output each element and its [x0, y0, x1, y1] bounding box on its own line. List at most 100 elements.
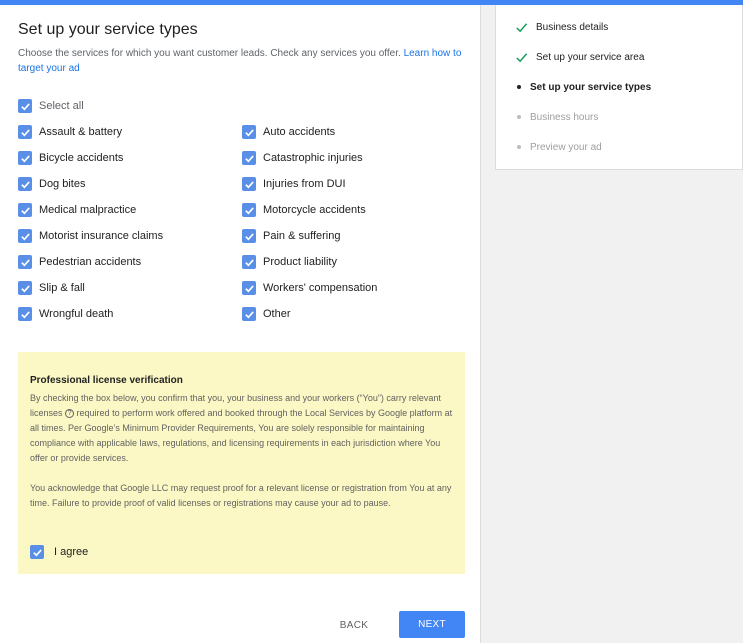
step-label: Business hours	[530, 111, 599, 123]
checkbox-box[interactable]	[242, 203, 256, 217]
license-verification-box: Professional license verification By che…	[18, 352, 465, 574]
checkbox-box[interactable]	[242, 281, 256, 295]
service-checkbox[interactable]: Other	[242, 306, 291, 322]
check-icon	[514, 50, 528, 64]
service-checkbox[interactable]: Product liability	[242, 254, 337, 270]
select-all-checkbox[interactable]: Select all	[18, 98, 84, 114]
service-checkbox[interactable]: Wrongful death	[18, 306, 113, 322]
check-icon	[244, 232, 254, 240]
page-title: Set up your service types	[18, 21, 198, 38]
step-dot-icon	[514, 140, 524, 154]
service-checkbox[interactable]: Motorcycle accidents	[242, 202, 366, 218]
check-icon	[20, 154, 30, 162]
checkbox-box[interactable]	[18, 229, 32, 243]
checkbox-box[interactable]	[18, 99, 32, 113]
checkbox-label: Product liability	[263, 256, 337, 268]
progress-steps-panel: Business details Set up your service area…	[495, 5, 743, 170]
step-item: Business details	[514, 20, 608, 34]
checkbox-label: Motorist insurance claims	[39, 230, 164, 242]
check-icon	[20, 258, 30, 266]
checkbox-label: Bicycle accidents	[39, 152, 124, 164]
license-title: Professional license verification	[30, 375, 183, 386]
check-icon	[20, 102, 30, 110]
page-description: Choose the services for which you want c…	[18, 46, 468, 76]
check-icon	[244, 128, 254, 136]
checkbox-label: Injuries from DUI	[263, 178, 346, 190]
checkbox-box[interactable]	[242, 151, 256, 165]
checkbox-box[interactable]	[242, 229, 256, 243]
check-icon	[244, 154, 254, 162]
checkbox-box[interactable]	[18, 281, 32, 295]
check-icon	[20, 232, 30, 240]
checkbox-label: Pedestrian accidents	[39, 256, 142, 268]
agree-label: I agree	[54, 546, 89, 558]
check-icon	[20, 206, 30, 214]
step-dot-icon	[514, 110, 524, 124]
service-checkbox[interactable]: Dog bites	[18, 176, 85, 192]
checkbox-label: Medical malpractice	[39, 204, 137, 216]
help-circle-icon[interactable]: ?	[65, 409, 75, 419]
step-item: Business hours	[514, 110, 598, 124]
checkbox-box[interactable]	[18, 255, 32, 269]
description-text: Choose the services for which you want c…	[18, 48, 401, 59]
checkbox-label: Slip & fall	[39, 282, 85, 294]
service-checkbox[interactable]: Injuries from DUI	[242, 176, 346, 192]
step-label: Business details	[536, 21, 609, 33]
service-checkbox[interactable]: Bicycle accidents	[18, 150, 123, 166]
check-icon	[20, 310, 30, 318]
check-icon	[244, 258, 254, 266]
checkbox-label: Other	[263, 308, 291, 320]
checkbox-box[interactable]	[30, 545, 44, 559]
check-icon	[244, 310, 254, 318]
checkbox-box[interactable]	[18, 177, 32, 191]
back-button[interactable]: BACK	[326, 612, 382, 638]
check-icon	[20, 180, 30, 188]
check-icon	[32, 548, 42, 556]
service-checkbox[interactable]: Pedestrian accidents	[18, 254, 141, 270]
checkbox-label: Auto accidents	[263, 126, 336, 138]
next-button[interactable]: NEXT	[399, 611, 465, 638]
check-icon	[244, 206, 254, 214]
checkbox-box[interactable]	[18, 151, 32, 165]
service-checkbox[interactable]: Medical malpractice	[18, 202, 136, 218]
step-label: Preview your ad	[530, 141, 602, 153]
step-label: Set up your service area	[536, 51, 645, 63]
checkbox-label: Assault & battery	[39, 126, 123, 138]
step-item: Preview your ad	[514, 140, 602, 154]
check-icon	[244, 284, 254, 292]
service-checkbox[interactable]: Motorist insurance claims	[18, 228, 163, 244]
service-checkbox[interactable]: Auto accidents	[242, 124, 335, 140]
step-item: Set up your service area	[514, 50, 644, 64]
check-icon	[244, 180, 254, 188]
checkbox-box[interactable]	[242, 307, 256, 321]
checkbox-label: Catastrophic injuries	[263, 152, 363, 164]
service-checkbox[interactable]: Workers' compensation	[242, 280, 377, 296]
service-checkbox[interactable]: Slip & fall	[18, 280, 85, 296]
step-label: Set up your service types	[530, 81, 652, 93]
checkbox-label: Pain & suffering	[263, 230, 341, 242]
license-paragraph-1: By checking the box below, you confirm t…	[30, 391, 455, 466]
checkbox-label: Wrongful death	[39, 308, 114, 320]
step-dot-icon	[514, 80, 524, 94]
check-icon	[20, 284, 30, 292]
checkbox-box[interactable]	[242, 125, 256, 139]
checkbox-box[interactable]	[242, 255, 256, 269]
checkbox-box[interactable]	[18, 307, 32, 321]
main-panel: Set up your service types Choose the ser…	[0, 5, 481, 643]
license-paragraph-2: You acknowledge that Google LLC may requ…	[30, 483, 452, 508]
checkbox-box[interactable]	[242, 177, 256, 191]
check-icon	[20, 128, 30, 136]
service-checkbox[interactable]: Assault & battery	[18, 124, 122, 140]
service-checkbox[interactable]: Catastrophic injuries	[242, 150, 363, 166]
agree-checkbox[interactable]: I agree	[30, 544, 88, 560]
checkbox-box[interactable]	[18, 203, 32, 217]
check-icon	[514, 20, 528, 34]
step-item: Set up your service types	[514, 80, 651, 94]
checkbox-label: Dog bites	[39, 178, 86, 190]
license-paragraph-1-b: required to perform work offered and boo…	[30, 408, 453, 463]
checkbox-box[interactable]	[18, 125, 32, 139]
checkbox-label: Motorcycle accidents	[263, 204, 366, 216]
service-checkbox[interactable]: Pain & suffering	[242, 228, 340, 244]
checkbox-label: Select all	[39, 100, 84, 112]
checkbox-label: Workers' compensation	[263, 282, 378, 294]
